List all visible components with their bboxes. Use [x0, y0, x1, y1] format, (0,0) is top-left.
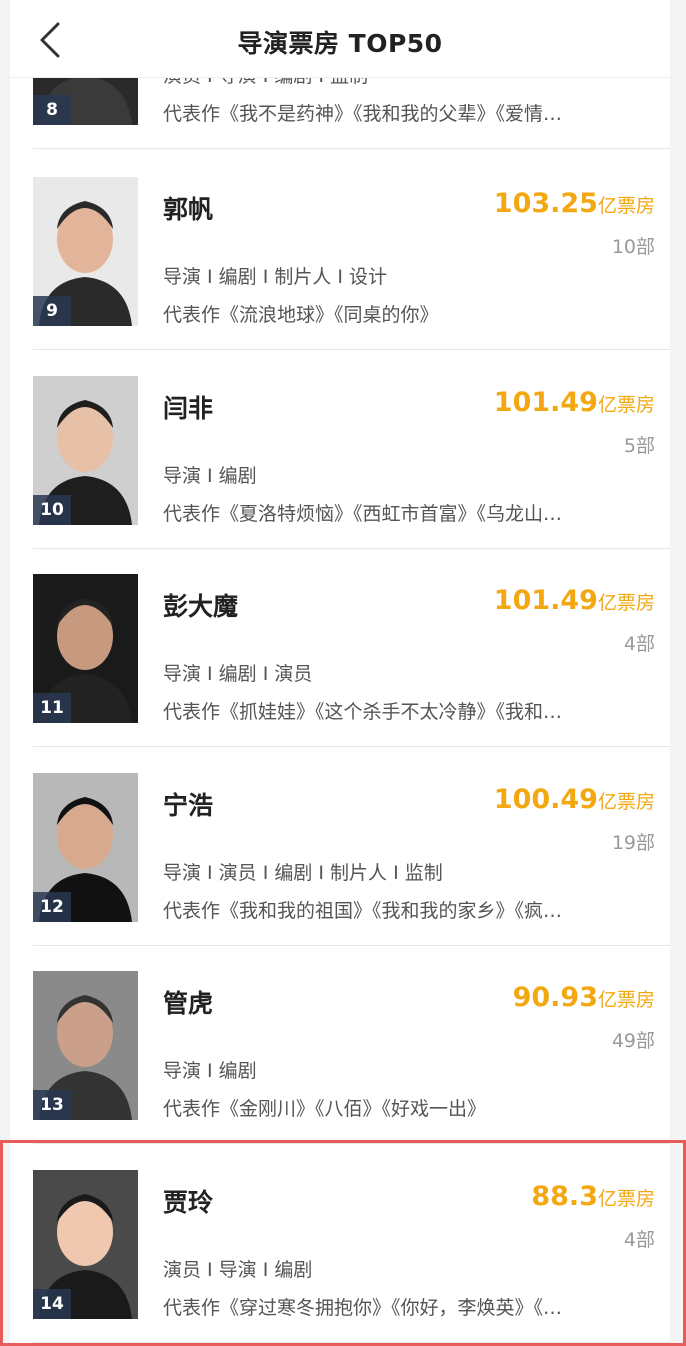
box-office: 90.93亿票房 [513, 982, 655, 1013]
director-row[interactable]: 14 贾玲 88.3亿票房 4部 演员 I 导演 I 编剧 代表作《穿过寒冬拥抱… [33, 1145, 670, 1343]
director-roles: 导演 I 编剧 [163, 465, 257, 487]
director-photo: 9 [33, 177, 138, 326]
rank-badge: 9 [33, 296, 71, 326]
box-office-value: 100.49 [493, 784, 598, 815]
box-office-unit: 亿票房 [597, 195, 655, 217]
director-name: 管虎 [163, 989, 214, 1018]
rank-badge: 10 [33, 495, 71, 525]
representative-works: 代表作《我和我的祖国》《我和我的家乡》《疯… [163, 900, 563, 922]
box-office-value: 103.25 [493, 188, 598, 219]
film-count: 4部 [623, 1229, 655, 1251]
box-office: 101.49亿票房 [494, 585, 655, 616]
film-count: 4部 [623, 633, 655, 655]
director-photo: 10 [33, 376, 138, 525]
film-count: 49部 [611, 1030, 655, 1052]
director-row[interactable]: 11 彭大魔 101.49亿票房 4部 导演 I 编剧 I 演员 代表作《抓娃娃… [33, 549, 670, 747]
director-name: 彭大魔 [163, 592, 239, 621]
director-photo: 11 [33, 574, 138, 723]
director-photo: 12 [33, 773, 138, 922]
box-office: 103.25亿票房 [494, 188, 655, 219]
rank-badge: 8 [33, 95, 71, 125]
director-roles: 导演 I 演员 I 编剧 I 制片人 I 监制 [163, 862, 443, 884]
box-office: 88.3亿票房 [531, 1181, 655, 1212]
representative-works: 代表作《穿过寒冬拥抱你》《你好，李焕英》《… [163, 1297, 563, 1319]
director-row[interactable]: 12 宁浩 100.49亿票房 19部 导演 I 演员 I 编剧 I 制片人 I… [33, 748, 670, 946]
box-office: 101.49亿票房 [494, 387, 655, 418]
rank-badge: 14 [33, 1289, 71, 1319]
box-office-value: 90.93 [512, 982, 598, 1013]
nav-header: 导演票房 TOP50 [10, 0, 670, 78]
representative-works: 代表作《夏洛特烦恼》《西虹市首富》《乌龙山… [163, 503, 563, 525]
box-office-value: 101.49 [493, 585, 598, 616]
director-row[interactable]: 9 郭帆 103.25亿票房 10部 导演 I 编剧 I 制片人 I 设计 代表… [33, 152, 670, 350]
representative-works: 代表作《抓娃娃》《这个杀手不太冷静》《我和… [163, 701, 563, 723]
director-roles: 演员 I 导演 I 编剧 [163, 1259, 313, 1281]
box-office-value: 101.49 [493, 387, 598, 418]
director-photo: 13 [33, 971, 138, 1120]
director-photo: 14 [33, 1170, 138, 1319]
director-roles: 导演 I 编剧 [163, 1060, 257, 1082]
page: 8 亿票房 演员 I 导演 I 编剧 I 监制 代表作《我不是药神》《我和我的父… [10, 0, 670, 1346]
film-count: 5部 [623, 435, 655, 457]
director-name: 闫非 [163, 394, 214, 423]
director-roles: 导演 I 编剧 I 制片人 I 设计 [163, 266, 388, 288]
film-count: 10部 [611, 236, 655, 258]
box-office-unit: 亿票房 [597, 394, 655, 416]
representative-works: 代表作《我不是药神》《我和我的父辈》《爱情… [163, 103, 563, 125]
representative-works: 代表作《金刚川》《八佰》《好戏一出》 [163, 1098, 487, 1120]
director-name: 贾玲 [163, 1188, 214, 1217]
box-office-unit: 亿票房 [597, 1188, 655, 1210]
page-title: 导演票房 TOP50 [237, 29, 443, 58]
rank-badge: 12 [33, 892, 71, 922]
director-row[interactable]: 10 闫非 101.49亿票房 5部 导演 I 编剧 代表作《夏洛特烦恼》《西虹… [33, 351, 670, 549]
box-office-unit: 亿票房 [597, 989, 655, 1011]
director-name: 宁浩 [163, 791, 214, 820]
rank-badge: 13 [33, 1090, 71, 1120]
box-office-unit: 亿票房 [597, 592, 655, 614]
box-office-value: 88.3 [531, 1181, 598, 1212]
box-office: 100.49亿票房 [494, 784, 655, 815]
director-roles: 导演 I 编剧 I 演员 [163, 663, 313, 685]
box-office-unit: 亿票房 [597, 791, 655, 813]
director-row[interactable]: 13 管虎 90.93亿票房 49部 导演 I 编剧 代表作《金刚川》《八佰》《… [33, 946, 670, 1144]
film-count: 19部 [611, 832, 655, 854]
director-name: 郭帆 [163, 195, 214, 224]
representative-works: 代表作《流浪地球》《同桌的你》 [163, 304, 439, 326]
rank-badge: 11 [33, 693, 71, 723]
